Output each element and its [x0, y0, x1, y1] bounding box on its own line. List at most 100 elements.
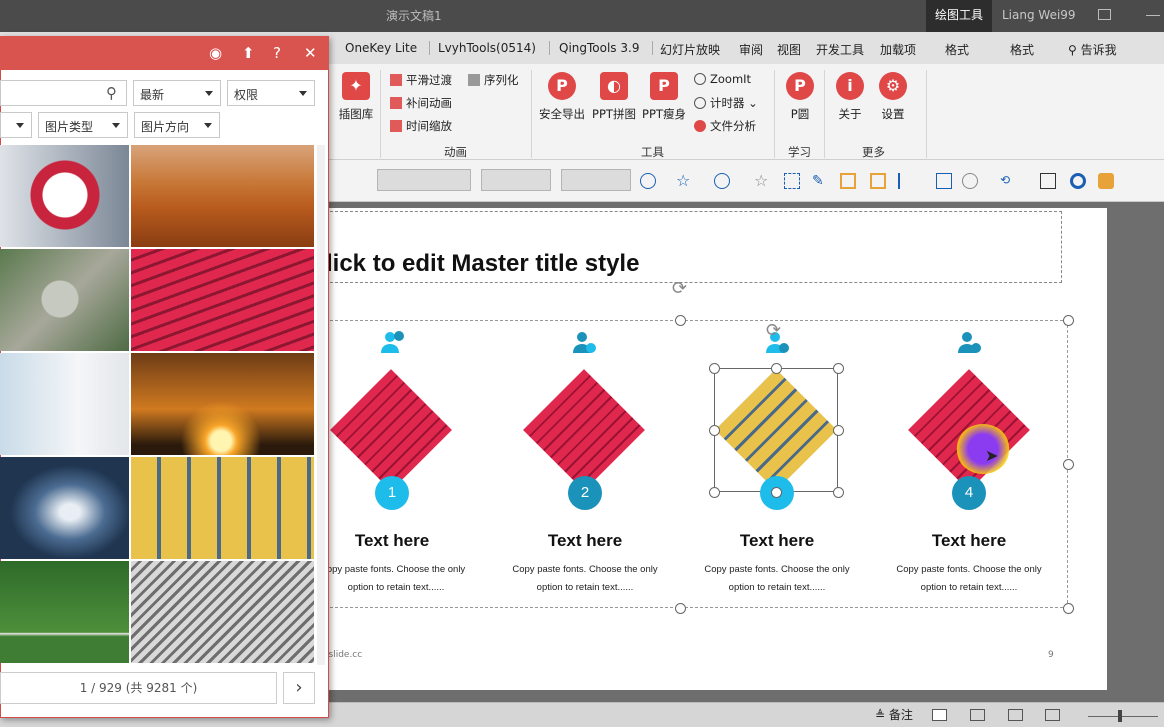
- column-heading-3[interactable]: Text here: [687, 531, 867, 551]
- thumbnail-stadium-seats[interactable]: [131, 249, 314, 351]
- settings-button[interactable]: ⚙ 设置: [874, 72, 912, 122]
- font-combo[interactable]: [377, 169, 471, 191]
- about-button[interactable]: i 关于: [832, 72, 868, 122]
- resize-handle[interactable]: [1063, 603, 1074, 614]
- drawing-tools-context-tab[interactable]: 绘图工具: [926, 0, 992, 32]
- hide-icon[interactable]: ◉: [209, 44, 222, 62]
- shape-outline-icon[interactable]: [714, 173, 730, 189]
- crop-icon[interactable]: [1040, 173, 1056, 189]
- image-type-dropdown[interactable]: 图片类型: [38, 112, 128, 138]
- rotate-handle-icon[interactable]: ⟳: [766, 320, 781, 341]
- thumbnail-tunnel[interactable]: [0, 457, 129, 559]
- license-dropdown[interactable]: 权限: [227, 80, 315, 106]
- picture-icon[interactable]: [936, 173, 952, 189]
- notes-button[interactable]: ≜ 备注: [875, 706, 913, 723]
- column-body-3[interactable]: Copy paste fonts. Choose the only option …: [687, 561, 867, 597]
- resize-handle[interactable]: [833, 487, 844, 498]
- column-body-2[interactable]: Copy paste fonts. Choose the only option …: [495, 561, 675, 597]
- user-name[interactable]: Liang Wei99: [1002, 8, 1076, 22]
- normal-view-icon[interactable]: [932, 709, 947, 721]
- circle-icon[interactable]: [1070, 173, 1086, 189]
- column-heading-2[interactable]: Text here: [495, 531, 675, 551]
- thumbnail-white-room[interactable]: [0, 353, 129, 455]
- star-shape-icon[interactable]: ☆: [676, 173, 692, 189]
- star-outline-icon[interactable]: ☆: [754, 173, 770, 189]
- size-combo-2[interactable]: [561, 169, 631, 191]
- group-icon[interactable]: [840, 173, 856, 189]
- zoomit-button[interactable]: ZoomIt: [694, 72, 751, 86]
- close-icon[interactable]: ✕: [304, 44, 317, 62]
- thumbnail-alarm-clock[interactable]: [0, 145, 129, 247]
- edit-points-icon[interactable]: ✎: [812, 173, 828, 189]
- resize-handle[interactable]: [771, 363, 782, 374]
- thumbnail-aerial-city[interactable]: [0, 249, 129, 351]
- size-combo[interactable]: [481, 169, 551, 191]
- resize-handle[interactable]: [675, 315, 686, 326]
- column-body-4[interactable]: Copy paste fonts. Choose the only option …: [879, 561, 1059, 597]
- shape-fill-icon[interactable]: [640, 173, 656, 189]
- rotate-icon[interactable]: ⟲: [1000, 173, 1016, 189]
- resize-handle[interactable]: [1063, 315, 1074, 326]
- tween-animation-button[interactable]: 补间动画: [390, 95, 452, 111]
- safe-export-button[interactable]: P 安全导出: [536, 72, 588, 122]
- thumbnail-sunset-plane[interactable]: [131, 353, 314, 455]
- timer-button[interactable]: 计时器 ⌄: [694, 95, 758, 111]
- zoom-slider[interactable]: [1088, 716, 1158, 717]
- time-scale-button[interactable]: 时间缩放: [390, 118, 452, 134]
- image-direction-dropdown[interactable]: 图片方向: [134, 112, 220, 138]
- tab-addins[interactable]: 加载项: [880, 41, 916, 58]
- align-icon[interactable]: [898, 173, 914, 189]
- upload-icon[interactable]: ⬆: [242, 44, 255, 62]
- thumbnail-building-windows[interactable]: [131, 457, 314, 559]
- tab-format-2[interactable]: 格式: [1010, 41, 1034, 58]
- slide-sorter-icon[interactable]: [970, 709, 985, 721]
- category-dropdown[interactable]: [0, 112, 32, 138]
- resize-handle[interactable]: [709, 425, 720, 436]
- tell-me-search[interactable]: ⚲ 告诉我: [1068, 41, 1117, 58]
- serialize-button[interactable]: 序列化: [468, 72, 519, 88]
- sort-dropdown[interactable]: 最新: [133, 80, 221, 106]
- column-heading-1[interactable]: Text here: [302, 531, 482, 551]
- tab-onekey-lite[interactable]: OneKey Lite: [345, 41, 417, 55]
- restore-window-icon[interactable]: [1098, 9, 1111, 20]
- tab-developer[interactable]: 开发工具: [816, 41, 864, 58]
- column-heading-4[interactable]: Text here: [879, 531, 1059, 551]
- minimize-icon[interactable]: [1146, 15, 1160, 16]
- resize-handle[interactable]: [709, 487, 720, 498]
- resize-handle[interactable]: [1063, 459, 1074, 470]
- slideshow-icon[interactable]: [1045, 709, 1060, 721]
- resize-handle[interactable]: [771, 487, 782, 498]
- ppt-puzzle-button[interactable]: ◐ PPT拼图: [590, 72, 638, 122]
- insert-library-button[interactable]: ✦ 插图库: [336, 72, 376, 122]
- search-icon[interactable]: ⚲: [106, 84, 117, 102]
- tab-slideshow[interactable]: 幻灯片放映: [660, 41, 720, 58]
- resize-handle[interactable]: [833, 425, 844, 436]
- resize-handle[interactable]: [675, 603, 686, 614]
- thumbnail-scrollbar[interactable]: [317, 145, 325, 665]
- help-icon[interactable]: ?: [273, 44, 281, 62]
- next-page-button[interactable]: ›: [283, 672, 315, 704]
- thumbnail-soccer[interactable]: [0, 561, 129, 663]
- tab-view[interactable]: 视图: [777, 41, 801, 58]
- shape-selection-box[interactable]: [714, 368, 838, 492]
- resize-handle[interactable]: [709, 363, 720, 374]
- tab-qingtools[interactable]: QingTools 3.9: [559, 41, 639, 55]
- smooth-transition-button[interactable]: 平滑过渡: [390, 72, 452, 88]
- tab-lvyhtools[interactable]: LvyhTools(0514): [438, 41, 536, 55]
- slide-title[interactable]: lick to edit Master title style: [326, 250, 639, 278]
- thumbnail-desert[interactable]: [131, 145, 314, 247]
- thumbnail-pattern[interactable]: [131, 561, 314, 663]
- select-icon[interactable]: [784, 173, 800, 189]
- p-circle-button[interactable]: P P圆: [782, 72, 818, 122]
- column-body-1[interactable]: opy paste fonts. Choose the only option t…: [306, 561, 486, 597]
- ungroup-icon[interactable]: [870, 173, 886, 189]
- zoom-slider-thumb[interactable]: [1118, 710, 1122, 722]
- tab-format-1[interactable]: 格式: [945, 41, 969, 58]
- merge-shapes-icon[interactable]: [962, 173, 978, 189]
- file-analysis-button[interactable]: 文件分析: [694, 118, 756, 134]
- rotate-handle-icon[interactable]: ⟳: [672, 278, 687, 299]
- color-icon[interactable]: [1098, 173, 1114, 189]
- ppt-slim-button[interactable]: P PPT瘦身: [640, 72, 688, 122]
- tab-review[interactable]: 审阅: [739, 41, 763, 58]
- reading-view-icon[interactable]: [1008, 709, 1023, 721]
